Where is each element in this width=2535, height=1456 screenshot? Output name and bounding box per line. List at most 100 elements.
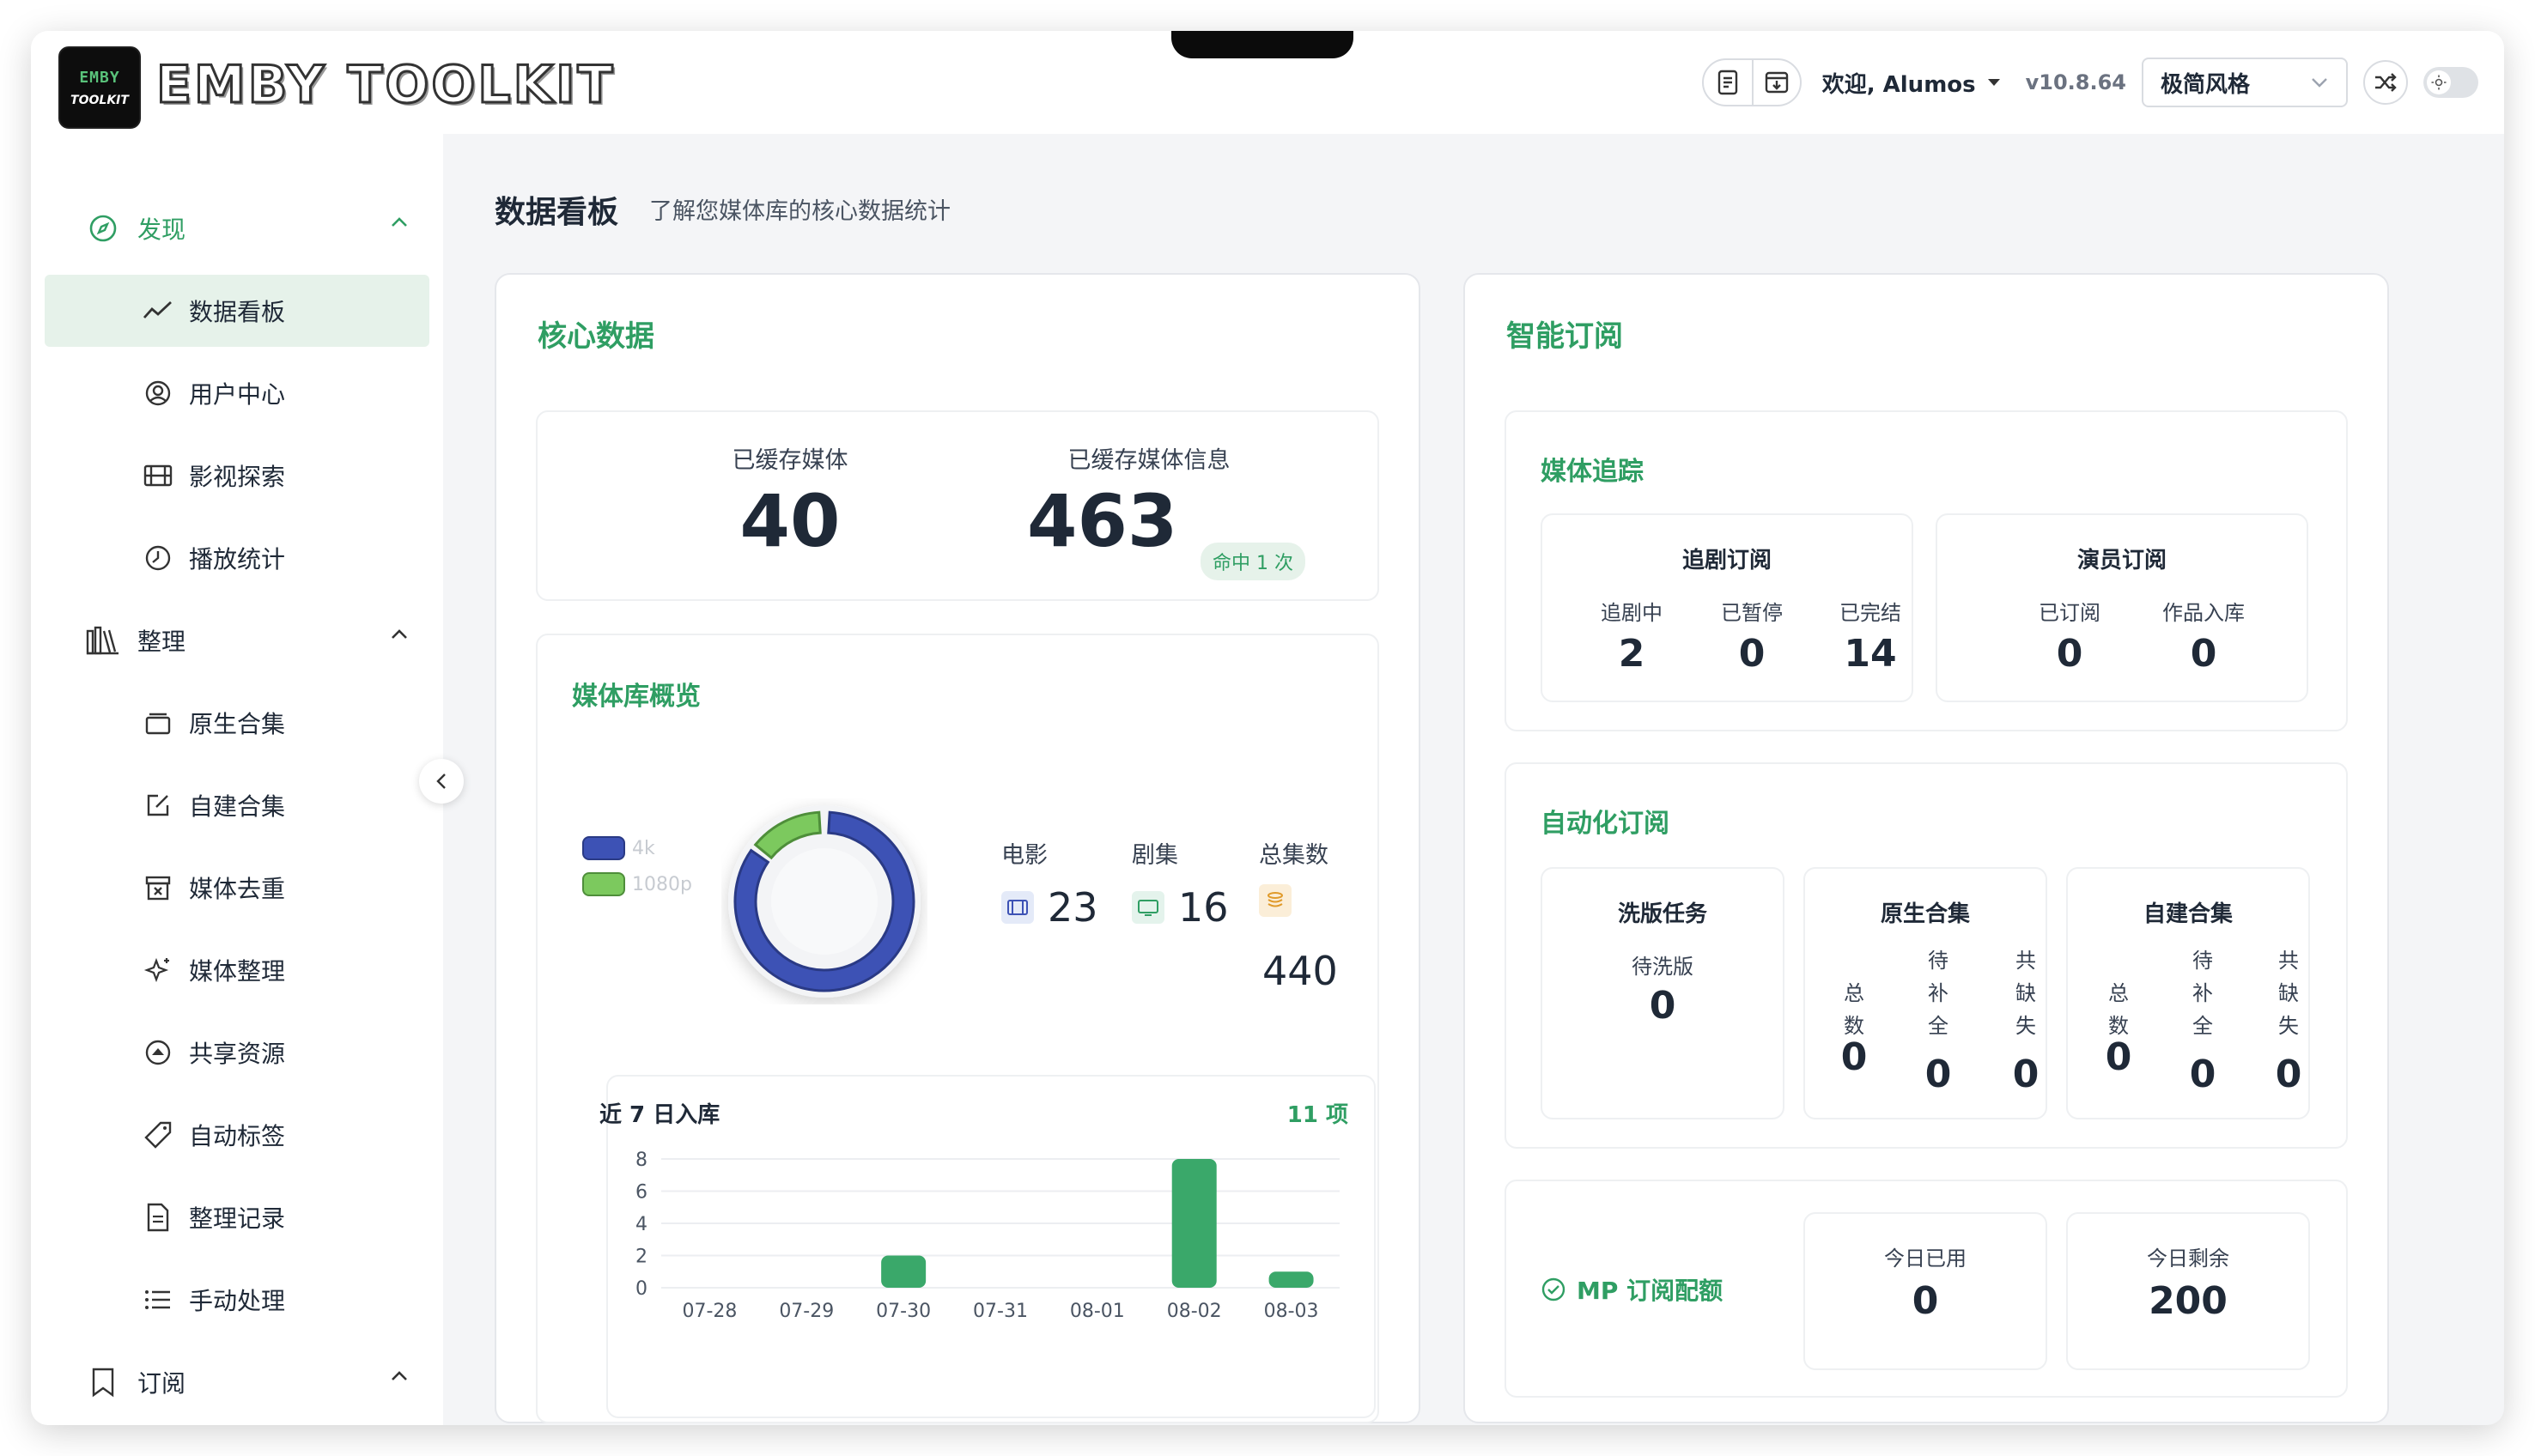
theme-select-value: 极简风格	[2161, 71, 2251, 98]
download-icon[interactable]	[1751, 60, 1800, 105]
page-title: 数据看板	[495, 195, 619, 230]
sidebar-item-native-collection[interactable]: 原生合集	[45, 687, 429, 759]
sidebar-item-records[interactable]: 整理记录	[45, 1181, 429, 1253]
bar[interactable]	[881, 1255, 927, 1289]
recent-title: 近 7 日入库	[599, 1102, 720, 1128]
series-count: 16	[1132, 884, 1229, 931]
chevron-down-icon	[2312, 78, 2327, 88]
logo-text-top: EMBY	[79, 68, 120, 87]
series-subscription-title: 追剧订阅	[1681, 548, 1772, 573]
sidebar-item-label: 整理记录	[189, 1204, 286, 1233]
stat-label: 总数	[1844, 981, 1864, 1038]
file-icon	[141, 1200, 175, 1235]
sidebar-item-label: 播放统计	[189, 545, 286, 573]
mp-quota-heading: MP 订阅配额	[1541, 1272, 1723, 1307]
movies-value: 23	[1048, 884, 1098, 931]
sparkle-icon	[141, 953, 175, 987]
smart-subscription-title: 智能订阅	[1506, 319, 1623, 354]
stat-value: 0	[1840, 1035, 1868, 1079]
y-tick-label: 4	[635, 1214, 647, 1235]
legend-label: 4k	[632, 837, 655, 859]
x-tick-label: 07-30	[876, 1301, 931, 1322]
sidebar-item-label: 自动标签	[189, 1122, 286, 1150]
sidebar-collapse-button[interactable]	[419, 759, 464, 804]
shuffle-icon	[2375, 73, 2397, 92]
film-icon	[1001, 891, 1034, 924]
y-tick-label: 6	[635, 1182, 647, 1204]
washing-task-title: 洗版任务	[1617, 901, 1707, 927]
sidebar-item-shared[interactable]: 共享资源	[45, 1016, 429, 1089]
stat-label: 已订阅	[2039, 601, 2100, 625]
sidebar-item-explore[interactable]: 影视探索	[45, 440, 429, 512]
sidebar-item-custom-collection[interactable]: 自建合集	[45, 769, 429, 841]
sidebar-item-label: 媒体整理	[189, 957, 286, 986]
theme-select[interactable]: 极简风格	[2142, 58, 2348, 107]
tag-icon	[141, 1118, 175, 1152]
cached-media-label: 已缓存媒体	[732, 447, 848, 474]
hit-badge: 命中 1 次	[1201, 543, 1305, 580]
clock-icon	[141, 541, 175, 575]
actor-subscription-title: 演员订阅	[2076, 548, 2167, 573]
dark-mode-toggle[interactable]	[2423, 67, 2478, 98]
stat-label: 待补全	[1928, 949, 1948, 1038]
logo-text-bottom: TOOLKIT	[70, 93, 129, 107]
movies-count: 23	[1001, 884, 1098, 931]
stat-value: 0	[1738, 632, 1766, 676]
custom-collection-title: 自建合集	[2143, 901, 2233, 927]
doc-icon[interactable]	[1704, 60, 1752, 105]
sidebar-item-label: 媒体去重	[189, 875, 286, 903]
sidebar-section-organize[interactable]: 整理	[31, 606, 443, 675]
media-tracking-title: 媒体追踪	[1541, 457, 1644, 487]
sidebar-item-media-organize[interactable]: 媒体整理	[45, 934, 429, 1006]
episodes-value: 440	[1262, 948, 1338, 994]
chevron-left-icon	[436, 774, 446, 789]
sidebar-item-dashboard[interactable]: 数据看板	[45, 275, 429, 347]
sidebar-item-cutoff	[110, 1379, 282, 1394]
stack-icon	[1259, 884, 1292, 917]
core-data-title: 核心数据	[538, 319, 654, 354]
stat-value: 14	[1844, 632, 1897, 676]
sidebar-item-auto-tag[interactable]: 自动标签	[45, 1099, 429, 1171]
sidebar-item-label: 共享资源	[189, 1040, 286, 1068]
quota-used-value: 0	[1912, 1279, 1939, 1323]
x-tick-label: 08-03	[1264, 1301, 1319, 1322]
edit-icon	[141, 788, 175, 822]
mp-quota-title: MP 订阅配额	[1577, 1277, 1723, 1305]
quota-used-label: 今日已用	[1884, 1247, 1967, 1271]
episodes-count	[1259, 884, 1292, 917]
sidebar-item-user-center[interactable]: 用户中心	[45, 357, 429, 429]
stat-value: 0	[2189, 1053, 2216, 1096]
app-logo[interactable]: EMBY TOOLKIT	[58, 46, 141, 129]
legend-swatch-4k	[582, 836, 625, 860]
x-tick-label: 07-28	[682, 1301, 737, 1322]
sidebar-item-dedupe[interactable]: 媒体去重	[45, 852, 429, 924]
stat-label: 追剧中	[1601, 601, 1663, 625]
sidebar-item-label: 自建合集	[189, 792, 286, 821]
legend-1080p: 1080p	[582, 872, 692, 896]
check-circle-icon	[1541, 1277, 1565, 1301]
app-window: EMBY TOOLKIT EMBY TOOLKIT 欢迎, Alumos v10…	[31, 31, 2504, 1425]
cached-info-value: 463	[1027, 479, 1178, 563]
user-menu[interactable]: 欢迎, Alumos	[1822, 67, 2000, 99]
bar[interactable]	[1268, 1271, 1314, 1288]
list-icon	[141, 1283, 175, 1317]
caret-down-icon	[1987, 79, 2000, 86]
sidebar-item-label: 数据看板	[189, 298, 286, 326]
sidebar-section-discover[interactable]: 发现	[31, 194, 443, 263]
bar[interactable]	[1171, 1159, 1217, 1288]
welcome-text: 欢迎, Alumos	[1821, 71, 1976, 98]
cached-media-value: 40	[739, 479, 841, 563]
sidebar-item-manual[interactable]: 手动处理	[45, 1264, 429, 1336]
shuffle-button[interactable]	[2363, 60, 2408, 105]
chevron-up-icon	[392, 217, 407, 227]
library-icon	[86, 623, 120, 658]
native-collection-title: 原生合集	[1880, 901, 1970, 927]
movies-label: 电影	[1001, 842, 1048, 869]
quota-left-value: 200	[2149, 1279, 2228, 1323]
section-label: 整理	[137, 628, 186, 656]
washing-pending-label: 待洗版	[1632, 955, 1693, 979]
sidebar-item-play-stats[interactable]: 播放统计	[45, 522, 429, 594]
series-value: 16	[1178, 884, 1229, 931]
sidebar-item-label: 用户中心	[189, 380, 286, 409]
sidebar: 发现 数据看板 用户中心 影视探索 播放统计 整理 原生合集 自建合集 媒体去重…	[31, 134, 443, 1425]
